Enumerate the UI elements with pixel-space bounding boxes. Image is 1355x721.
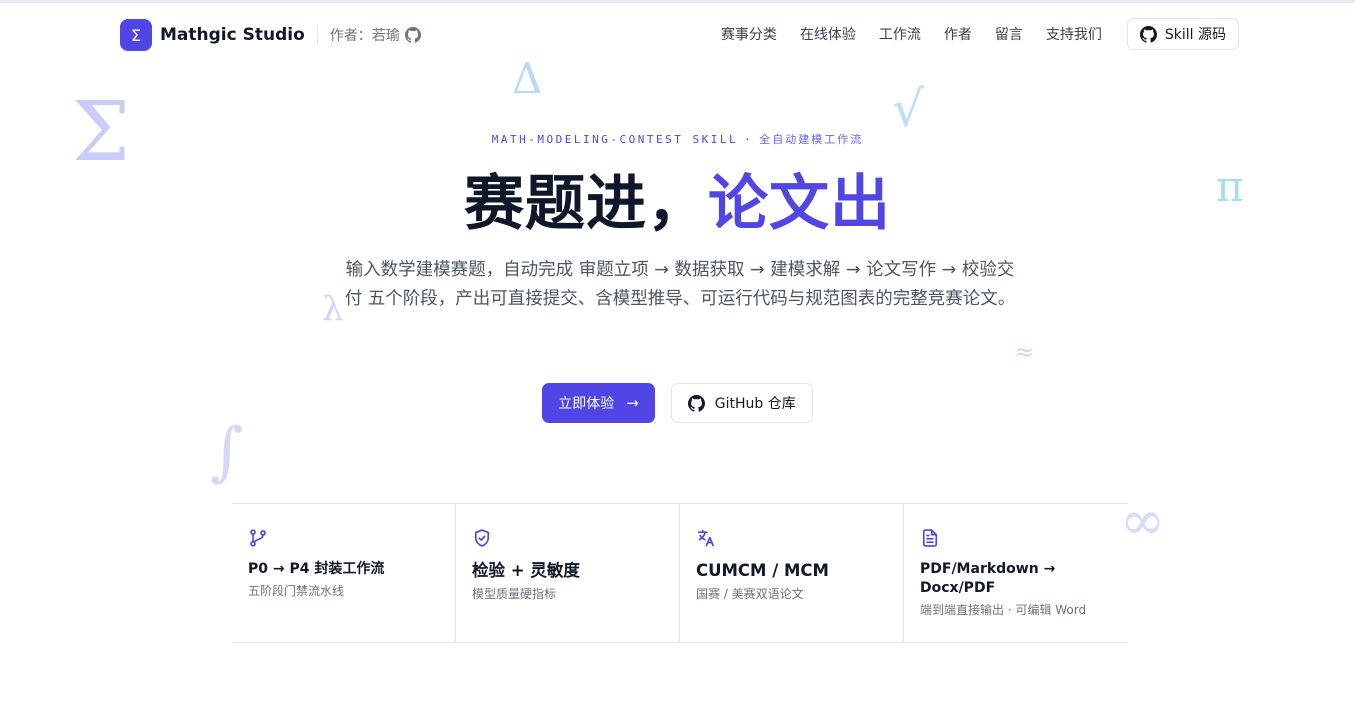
hero-title: 赛题进，论文出: [0, 166, 1355, 242]
integral-symbol-icon: ∫: [210, 415, 244, 489]
arrow-right-icon: →: [626, 394, 639, 412]
github-repo-button[interactable]: GitHub 仓库: [670, 383, 813, 423]
try-now-button[interactable]: 立即体验 →: [542, 383, 655, 423]
brand-divider: [316, 25, 318, 45]
eyebrow-en: MATH-MODELING-CONTEST SKILL: [491, 133, 739, 146]
nav-item-message[interactable]: 留言: [995, 24, 1023, 44]
feature-title: 检验 + 灵敏度: [472, 561, 580, 580]
git-branch-icon: [250, 529, 266, 547]
github-icon: [1139, 25, 1157, 43]
translate-icon: [697, 529, 714, 547]
skill-source-label: Skill 源码: [1164, 27, 1226, 43]
nav-item-support[interactable]: 支持我们: [1046, 24, 1102, 44]
feature-title: CUMCM / MCM: [696, 561, 829, 580]
hero-title-main: 赛题进，: [464, 169, 708, 239]
eyebrow-cn: 全自动建模工作流: [759, 133, 864, 146]
skill-source-button[interactable]: Skill 源码: [1126, 18, 1239, 50]
author-label: 作者：若瑜: [329, 28, 400, 44]
feature-strip: P0 → P4 封装工作流 五阶段门禁流水线 检验 + 灵敏度 模型质量硬指标 …: [232, 503, 1128, 643]
feature-subtitle: 端到端直接输出 · 可编辑 Word: [920, 603, 1087, 617]
hero-title-accent: 论文出: [708, 169, 891, 239]
author-link[interactable]: 作者：若瑜: [330, 25, 421, 45]
nav-item-categories[interactable]: 赛事分类: [721, 24, 777, 44]
document-icon: [922, 529, 938, 547]
top-border: [0, 0, 1355, 3]
feature-title: P0 → P4 封装工作流: [248, 561, 385, 577]
brand[interactable]: Σ Mathgic Studio 作者：若瑜: [120, 19, 421, 51]
sqrt-symbol-icon: √: [892, 80, 924, 138]
hero-eyebrow: MATH-MODELING-CONTEST SKILL · 全自动建模工作流: [0, 131, 1355, 147]
site-header: Σ Mathgic Studio 作者：若瑜 赛事分类 在线体验 工作流 作者 …: [0, 16, 1355, 54]
feature-contest: CUMCM / MCM 国赛 / 美赛双语论文: [680, 504, 904, 642]
hero-actions: 立即体验 → GitHub 仓库: [0, 383, 1355, 423]
shield-check-icon: [474, 529, 490, 547]
github-icon: [404, 27, 421, 43]
main-nav: 赛事分类 在线体验 工作流 作者 留言 支持我们 Skill 源码: [721, 18, 1239, 50]
brand-name: Mathgic Studio: [160, 25, 305, 45]
nav-item-author[interactable]: 作者: [944, 24, 972, 44]
nav-item-workflow[interactable]: 工作流: [879, 24, 921, 44]
github-icon: [687, 394, 705, 412]
feature-title: PDF/Markdown → Docx/PDF: [920, 561, 1056, 596]
sigma-logo-icon: Σ: [120, 19, 152, 51]
approx-symbol-icon: ≈: [1014, 338, 1035, 366]
nav-item-online-demo[interactable]: 在线体验: [800, 24, 856, 44]
github-repo-label: GitHub 仓库: [714, 396, 796, 412]
eyebrow-dot: ·: [744, 133, 754, 146]
hero-description: 输入数学建模赛题，自动完成 审题立项 → 数据获取 → 建模求解 → 论文写作 …: [344, 260, 1016, 309]
feature-validation: 检验 + 灵敏度 模型质量硬指标: [456, 504, 680, 642]
feature-output: PDF/Markdown → Docx/PDF 端到端直接输出 · 可编辑 Wo…: [904, 504, 1128, 642]
try-now-label: 立即体验: [558, 396, 615, 412]
delta-symbol-icon: Δ: [512, 54, 543, 103]
feature-subtitle: 五阶段门禁流水线: [248, 584, 345, 598]
feature-subtitle: 国赛 / 美赛双语论文: [696, 587, 804, 601]
feature-workflow: P0 → P4 封装工作流 五阶段门禁流水线: [232, 504, 456, 642]
feature-subtitle: 模型质量硬指标: [472, 587, 557, 601]
